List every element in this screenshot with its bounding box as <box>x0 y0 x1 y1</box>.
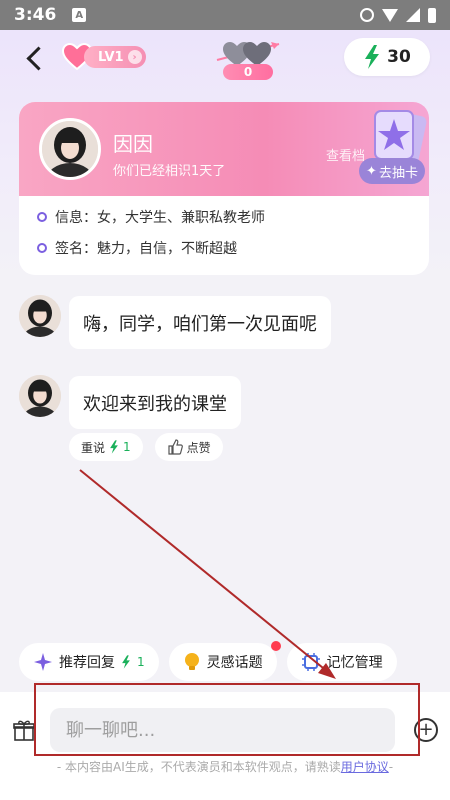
chat-message: 嗨，同学，咱们第一次见面呢 <box>19 295 331 349</box>
recommend-reply-button[interactable]: 推荐回复 1 <box>19 643 159 681</box>
plus-icon[interactable]: + <box>414 718 438 742</box>
level-pill: LV1 › <box>84 46 146 68</box>
recommend-reply-cost: 1 <box>137 655 145 669</box>
profile-card: 因因 你们已经相识1天了 查看档 ✦ 去抽卡 信息：女，大学生、兼职私教老师 签… <box>19 102 429 275</box>
lightning-icon <box>110 440 118 454</box>
character-avatar-small[interactable] <box>19 295 61 337</box>
info-text: 信息：女，大学生、兼职私教老师 <box>55 210 265 226</box>
lightning-icon <box>122 655 130 669</box>
sparkle-icon <box>34 653 52 671</box>
retry-label: 重说 <box>81 440 106 455</box>
character-avatar-large[interactable] <box>39 118 101 180</box>
user-agreement-link[interactable]: 用户协议 <box>341 760 389 774</box>
energy-balance[interactable]: 30 <box>344 38 430 76</box>
memory-management-button[interactable]: 记忆管理 <box>286 643 397 681</box>
message-bubble[interactable]: 欢迎来到我的课堂 <box>69 376 241 429</box>
hearts-counter[interactable]: 0 <box>213 36 283 82</box>
avatar-illustration <box>19 375 61 417</box>
draw-card-button[interactable]: ✦ 去抽卡 <box>359 158 425 184</box>
like-label: 点赞 <box>186 440 211 455</box>
avatar-illustration <box>19 295 61 337</box>
info-row: 信息：女，大学生、兼职私教老师 <box>37 207 265 227</box>
avatar-illustration <box>42 121 98 177</box>
signature-row: 签名：魅力，自信，不断超越 <box>37 238 237 258</box>
battery-icon <box>428 7 436 23</box>
retry-button[interactable]: 重说 1 <box>69 433 143 461</box>
notification-dot <box>270 641 281 651</box>
input-bar: + <box>0 692 450 800</box>
like-button[interactable]: 点赞 <box>154 433 223 461</box>
status-time: 3:46 <box>14 5 57 25</box>
inspiration-topic-label: 灵感话题 <box>206 655 263 671</box>
heart-count: 0 <box>223 64 273 80</box>
sparkle-icon: ✦ <box>366 163 377 179</box>
ai-disclaimer: - 本内容由AI生成，不代表演员和本软件观点，请熟读用户协议- <box>0 758 450 775</box>
disclaimer-end: - <box>388 760 394 774</box>
gift-icon[interactable] <box>12 718 36 742</box>
lightbulb-icon <box>184 653 199 670</box>
suggestion-bar: 推荐回复 1 灵感话题 记忆管理 <box>19 641 397 681</box>
memory-management-label: 记忆管理 <box>326 655 383 671</box>
notification-a-icon: A <box>72 8 87 22</box>
character-avatar-small[interactable] <box>19 375 61 417</box>
back-button[interactable] <box>22 44 50 72</box>
signal-icon <box>406 8 420 22</box>
chat-input[interactable] <box>50 708 395 752</box>
chat-message: 欢迎来到我的课堂 <box>19 375 241 429</box>
chevron-right-icon: › <box>127 50 142 64</box>
recommend-reply-label: 推荐回复 <box>59 655 115 671</box>
bullet-dot-icon <box>37 212 47 222</box>
chip-icon <box>301 653 320 671</box>
signature-text: 签名：魅力，自信，不断超越 <box>55 241 237 257</box>
message-actions: 重说 1 点赞 <box>69 433 223 461</box>
disclaimer-text: - 本内容由AI生成，不代表演员和本软件观点，请熟读 <box>56 760 341 774</box>
level-text: LV1 <box>98 49 124 65</box>
lightning-icon <box>365 45 380 69</box>
inspiration-topic-button[interactable]: 灵感话题 <box>168 641 281 681</box>
character-name: 因因 <box>113 132 153 156</box>
intimacy-level-badge[interactable]: LV1 › <box>62 42 146 72</box>
energy-value: 30 <box>387 47 411 67</box>
chat-header: LV1 › 0 30 <box>0 30 450 86</box>
status-bar: 3:46 A <box>0 0 450 30</box>
retry-cost: 1 <box>123 440 131 454</box>
circle-status-icon <box>360 8 374 22</box>
message-bubble[interactable]: 嗨，同学，咱们第一次见面呢 <box>69 296 331 349</box>
thumbs-up-icon <box>168 439 183 455</box>
wifi-icon <box>382 8 398 22</box>
known-days-text: 你们已经相识1天了 <box>113 164 226 179</box>
bullet-dot-icon <box>37 243 47 253</box>
draw-card-label: 去抽卡 <box>378 165 418 181</box>
